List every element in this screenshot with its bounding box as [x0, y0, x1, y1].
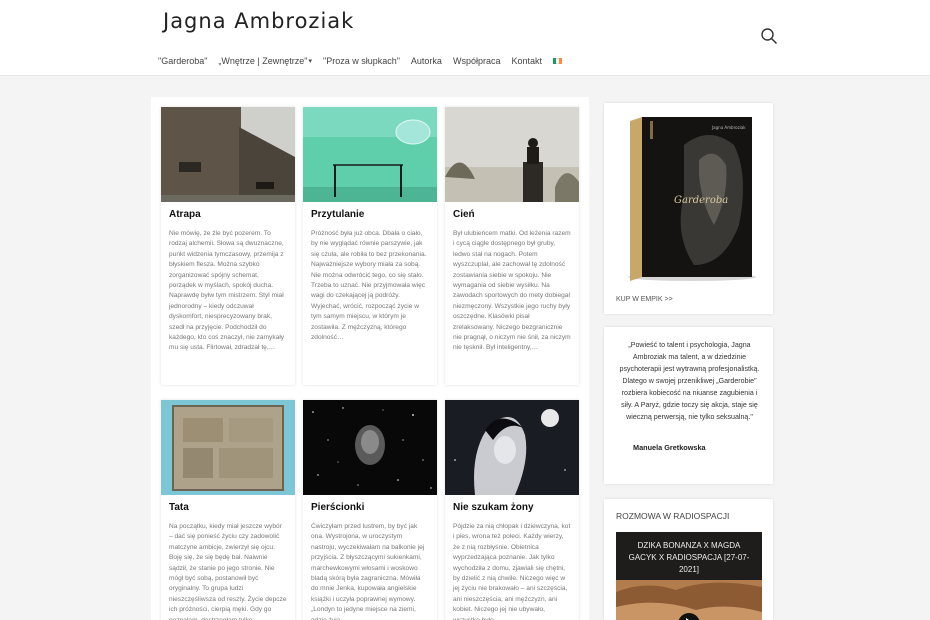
post-excerpt: Pójdzie za nią chłopak i dziewczyna, kot… [453, 523, 571, 620]
post-thumbnail-frame[interactable] [161, 400, 295, 495]
post-thumbnail-statue[interactable] [445, 107, 579, 202]
nav-item-autorka[interactable]: Autorka [411, 56, 442, 66]
post-card[interactable]: Cień Był ulubieńcem matki. Od leżenia ra… [445, 107, 579, 385]
video-player[interactable]: DZIKA BONANZA X MAGDA GACYK X RADIOSPACJ… [616, 532, 762, 620]
post-card[interactable]: Pierścionki Ćwiczyłam przed lustrem, by … [303, 400, 437, 620]
video-title: DZIKA BONANZA X MAGDA GACYK X RADIOSPACJ… [628, 541, 750, 574]
nav-item-kontakt[interactable]: Kontakt [511, 56, 542, 66]
radio-widget: ROZMOWA W RADIOSPACJI DZIKA BONANZA X MA… [604, 499, 773, 620]
post-card[interactable]: Nie szukam żony Pójdzie za nią chłopak i… [445, 400, 579, 620]
main-nav: "Garderoba" „Wnętrze | Zewnętrze" ▾ "Proz… [158, 56, 563, 66]
language-flag-icon[interactable] [553, 58, 563, 64]
quote-text: „Powieść to talent i psychologia, Jagna … [619, 341, 760, 421]
nav-item-wnetrze-zewnetrze[interactable]: „Wnętrze | Zewnętrze" ▾ [218, 56, 312, 66]
book-cover-author: Jagna Ambroziak [711, 125, 746, 130]
post-card[interactable]: Atrapa Nie mówię, że źle być pozerem. To… [161, 107, 295, 385]
nav-item-garderoba[interactable]: "Garderoba" [158, 56, 207, 66]
quote-widget: „Powieść to talent i psychologia, Jagna … [604, 327, 773, 484]
post-excerpt: Nie mówię, że źle być pozerem. To rodzaj… [169, 230, 285, 352]
buy-empik-link[interactable]: KUP W EMPIK >> [616, 296, 673, 303]
post-title[interactable]: Cień [453, 209, 571, 220]
post-title[interactable]: Nie szukam żony [453, 502, 571, 513]
posts-grid: Atrapa Nie mówię, że źle być pozerem. To… [151, 97, 589, 620]
post-excerpt: Był ulubieńcem matki. Od leżenia razem i… [453, 230, 571, 352]
chevron-down-icon: ▾ [308, 58, 312, 65]
post-excerpt: Na początku, kiedy miał jeszcze wybór – … [169, 523, 287, 620]
post-thumbnail-green-room[interactable] [303, 107, 437, 202]
search-icon[interactable] [760, 27, 778, 45]
book-cover-image[interactable]: Garderoba Jagna Ambroziak [614, 115, 762, 285]
site-title[interactable]: Jagna Ambroziak [163, 9, 354, 33]
post-excerpt: Próżność była już obca. Dbała o ciało, b… [311, 230, 427, 342]
book-widget: Garderoba Jagna Ambroziak KUP W EMPIK >> [604, 103, 773, 314]
site-header: Jagna Ambroziak "Garderoba" „Wnętrze | Z… [0, 0, 930, 76]
post-card[interactable]: Przytulanie Próżność była już obca. Dbał… [303, 107, 437, 385]
post-thumbnail-woman-moon[interactable] [445, 400, 579, 495]
post-card[interactable]: Tata Na początku, kiedy miał jeszcze wyb… [161, 400, 295, 620]
post-title[interactable]: Tata [169, 502, 287, 513]
quote-author: Manuela Gretkowska [633, 443, 706, 452]
radio-widget-title: ROZMOWA W RADIOSPACJI [616, 511, 730, 521]
nav-item-wspolpraca[interactable]: Współpraca [453, 56, 501, 66]
post-title[interactable]: Przytulanie [311, 209, 429, 220]
post-thumbnail-stars[interactable] [303, 400, 437, 495]
nav-item-proza-w-slupkach[interactable]: "Proza w słupkach" [323, 56, 400, 66]
book-cover-title: Garderoba [674, 195, 728, 206]
post-title[interactable]: Pierścionki [311, 502, 429, 513]
post-thumbnail-bunker[interactable] [161, 107, 295, 202]
post-excerpt: Ćwiczyłam przed lustrem, by być jak ona.… [311, 523, 425, 620]
post-title[interactable]: Atrapa [169, 209, 287, 220]
